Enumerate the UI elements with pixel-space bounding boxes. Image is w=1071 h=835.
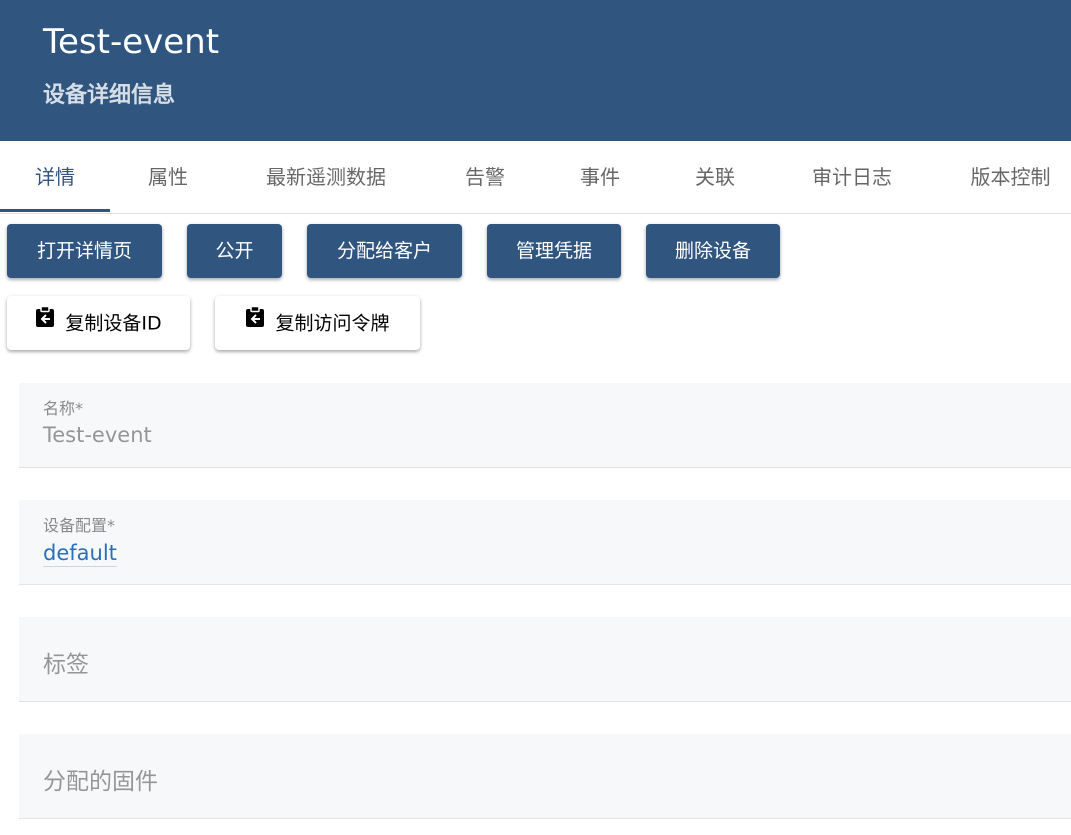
copy-device-id-button[interactable]: 复制设备ID — [7, 296, 190, 350]
make-public-button[interactable]: 公开 — [187, 224, 282, 278]
clipboard-copy-icon — [245, 295, 265, 349]
label-field[interactable]: 标签 — [19, 617, 1071, 702]
tab-bar: 详情 属性 最新遥测数据 告警 事件 关联 审计日志 版本控制 — [0, 141, 1071, 214]
name-field[interactable]: 名称* Test-event — [19, 383, 1071, 468]
tab-events[interactable]: 事件 — [545, 141, 655, 213]
tab-version-control[interactable]: 版本控制 — [950, 141, 1071, 213]
device-profile-field[interactable]: 设备配置* default — [19, 500, 1071, 585]
tab-relations[interactable]: 关联 — [660, 141, 770, 213]
device-title: Test-event — [43, 22, 220, 62]
device-profile-label: 设备配置* — [43, 516, 116, 535]
label-field-placeholder: 标签 — [43, 652, 89, 678]
tab-latest-telemetry[interactable]: 最新遥测数据 — [236, 141, 416, 213]
copy-access-token-label: 复制访问令牌 — [275, 312, 390, 335]
assign-to-customer-button[interactable]: 分配给客户 — [307, 224, 462, 278]
open-details-page-button[interactable]: 打开详情页 — [7, 224, 162, 278]
page-subtitle: 设备详细信息 — [43, 83, 176, 108]
firmware-field[interactable]: 分配的固件 — [19, 734, 1071, 819]
delete-device-button[interactable]: 删除设备 — [646, 224, 780, 278]
copy-access-token-button[interactable]: 复制访问令牌 — [215, 296, 420, 350]
firmware-field-placeholder: 分配的固件 — [43, 769, 158, 795]
tab-alarms[interactable]: 告警 — [430, 141, 540, 213]
manage-credentials-button[interactable]: 管理凭据 — [487, 224, 621, 278]
copy-device-id-label: 复制设备ID — [65, 312, 162, 335]
tab-audit-logs[interactable]: 审计日志 — [790, 141, 914, 213]
tab-details[interactable]: 详情 — [0, 141, 110, 213]
name-field-value: Test-event — [43, 423, 152, 447]
active-tab-indicator — [0, 209, 110, 212]
clipboard-copy-icon — [35, 295, 55, 349]
page-header: Test-event 设备详细信息 — [0, 0, 1071, 141]
tab-attributes[interactable]: 属性 — [110, 141, 226, 213]
name-field-label: 名称* — [43, 399, 84, 418]
device-profile-link[interactable]: default — [43, 540, 117, 567]
